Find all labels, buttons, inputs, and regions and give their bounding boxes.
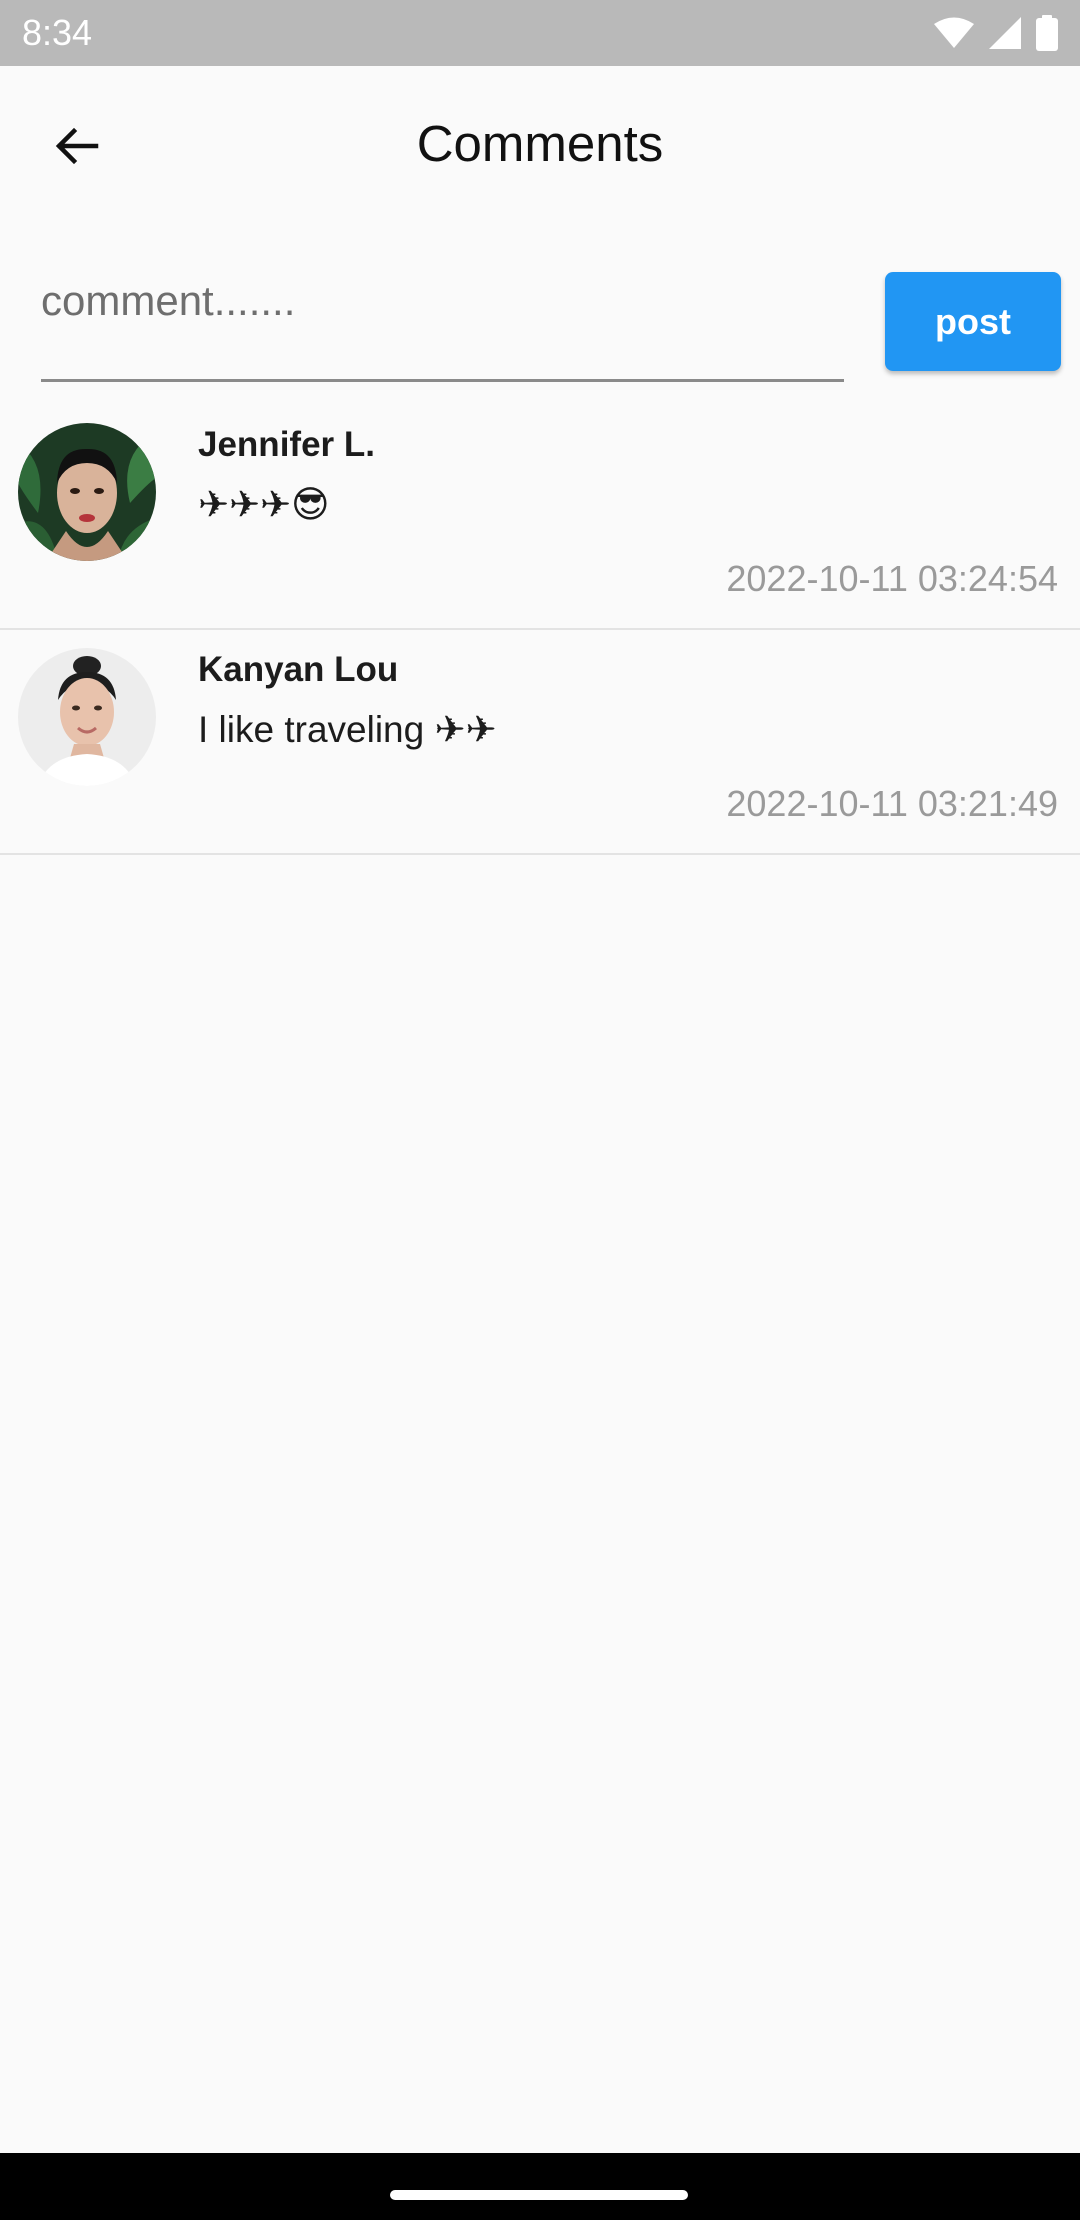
comment-timestamp: 2022-10-11 03:21:49 bbox=[726, 783, 1058, 824]
post-button[interactable]: post bbox=[885, 272, 1061, 371]
navigation-bar bbox=[0, 2153, 1080, 2220]
comment-text: ✈✈✈😎 bbox=[198, 484, 330, 525]
home-indicator[interactable] bbox=[390, 2190, 688, 2200]
screen: 8:34 Comments post bbox=[0, 0, 1080, 2220]
status-bar: 8:34 bbox=[0, 0, 1080, 66]
avatar-photo bbox=[18, 423, 156, 561]
comment-item: Kanyan Lou I like traveling ✈✈ 2022-10-1… bbox=[0, 630, 1080, 855]
status-time: 8:34 bbox=[22, 12, 93, 53]
comment-author: Jennifer L. bbox=[198, 425, 375, 464]
comment-text: I like traveling ✈✈ bbox=[198, 709, 497, 750]
page-title: Comments bbox=[416, 115, 664, 172]
signal-icon bbox=[989, 17, 1021, 49]
status-icons bbox=[934, 15, 1058, 51]
comment-timestamp: 2022-10-11 03:24:54 bbox=[726, 558, 1058, 599]
battery-icon bbox=[1036, 15, 1058, 51]
avatar[interactable] bbox=[18, 648, 156, 786]
app-bar: Comments bbox=[0, 66, 1080, 222]
comment-form: post bbox=[0, 250, 1080, 390]
comment-input[interactable] bbox=[41, 270, 844, 332]
avatar[interactable] bbox=[18, 423, 156, 561]
comment-item: Jennifer L. ✈✈✈😎 2022-10-11 03:24:54 bbox=[0, 405, 1080, 630]
wifi-icon bbox=[934, 17, 974, 48]
comment-list: Jennifer L. ✈✈✈😎 2022-10-11 03:24:54 Kan… bbox=[0, 405, 1080, 855]
comment-author: Kanyan Lou bbox=[198, 650, 399, 689]
avatar-photo bbox=[18, 648, 156, 786]
input-underline bbox=[41, 379, 844, 382]
